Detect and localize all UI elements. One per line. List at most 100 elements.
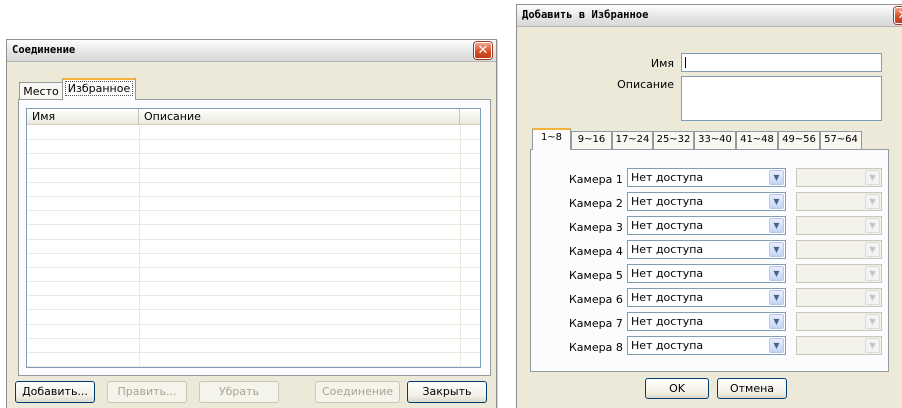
- chevron-down-icon[interactable]: ▼: [769, 242, 784, 257]
- list-item: [27, 353, 480, 367]
- camera-secondary-select[interactable]: ▼: [796, 336, 882, 355]
- list-item: [27, 339, 480, 353]
- list-item: [27, 240, 480, 254]
- list-item: [27, 140, 480, 155]
- description-label: Описание: [617, 78, 674, 91]
- camera-label: Камера 1: [569, 173, 623, 186]
- camera-access-select[interactable]: Нет доступа ▼: [627, 264, 786, 283]
- camera-secondary-select[interactable]: ▼: [796, 168, 882, 187]
- camera-access-select[interactable]: Нет доступа ▼: [627, 240, 786, 259]
- camera-label: Камера 5: [569, 269, 623, 282]
- tab-cameras-17-24[interactable]: 17~24: [612, 131, 653, 149]
- tab-cameras-9-16[interactable]: 9~16: [571, 131, 612, 149]
- camera-access-select[interactable]: Нет доступа ▼: [627, 312, 786, 331]
- tab-cameras-41-48[interactable]: 41~48: [736, 131, 778, 149]
- chevron-down-icon: ▼: [865, 194, 880, 209]
- add-favorite-dialog: Добавить в Избранное ✕ Имя Описание 1~8 …: [516, 4, 902, 408]
- list-item: [27, 254, 480, 268]
- tab-label: Избранное: [64, 81, 134, 96]
- list-item: [27, 169, 480, 183]
- camera-access-select[interactable]: Нет доступа ▼: [627, 288, 786, 307]
- cancel-button[interactable]: Отмена: [717, 378, 787, 399]
- camera-secondary-select[interactable]: ▼: [796, 288, 882, 307]
- chevron-down-icon: ▼: [865, 266, 880, 281]
- tab-cameras-1-8[interactable]: 1~8: [532, 128, 571, 150]
- selected-value: Нет доступа: [631, 315, 704, 328]
- list-item: [27, 225, 480, 240]
- camera-secondary-select[interactable]: ▼: [796, 264, 882, 283]
- column-header-name[interactable]: Имя: [27, 109, 139, 125]
- name-label: Имя: [650, 57, 674, 70]
- window-title: Соединение: [12, 44, 76, 56]
- chevron-down-icon[interactable]: ▼: [769, 266, 784, 281]
- selected-value: Нет доступа: [631, 267, 704, 280]
- camera-label: Камера 2: [569, 197, 623, 210]
- favorites-list[interactable]: Имя Описание: [26, 108, 481, 368]
- close-icon[interactable]: ✕: [894, 7, 902, 24]
- add-button[interactable]: Добавить...: [15, 381, 95, 403]
- title-bar[interactable]: Добавить в Избранное ✕: [517, 5, 902, 27]
- list-item: [27, 211, 480, 226]
- chevron-down-icon: ▼: [865, 290, 880, 305]
- camera-label: Камера 3: [569, 221, 623, 234]
- list-item: [27, 310, 480, 325]
- camera-label: Камера 7: [569, 317, 623, 330]
- camera-secondary-select[interactable]: ▼: [796, 192, 882, 211]
- camera-access-select[interactable]: Нет доступа ▼: [627, 336, 786, 355]
- text-caret: [685, 57, 686, 68]
- remove-button[interactable]: Убрать: [199, 381, 279, 403]
- selected-value: Нет доступа: [631, 171, 704, 184]
- tab-cameras-49-56[interactable]: 49~56: [778, 131, 820, 149]
- chevron-down-icon[interactable]: ▼: [769, 170, 784, 185]
- list-body: [27, 126, 480, 367]
- chevron-down-icon[interactable]: ▼: [769, 290, 784, 305]
- selected-value: Нет доступа: [631, 339, 704, 352]
- list-item: [27, 197, 480, 212]
- connection-window: Соединение ✕ Место Избранное Имя Описани…: [6, 39, 497, 408]
- selected-value: Нет доступа: [631, 219, 704, 232]
- list-header: Имя Описание: [27, 109, 480, 125]
- connect-button[interactable]: Соединение: [315, 381, 400, 403]
- camera-secondary-select[interactable]: ▼: [796, 240, 882, 259]
- list-item: [27, 268, 480, 283]
- chevron-down-icon: ▼: [865, 242, 880, 257]
- camera-panel: Камера 1 Нет доступа ▼ ▼ Камера 2 Нет до…: [530, 149, 889, 372]
- dialog-title: Добавить в Избранное: [522, 9, 649, 21]
- selected-value: Нет доступа: [631, 195, 704, 208]
- chevron-down-icon: ▼: [865, 218, 880, 233]
- camera-label: Камера 6: [569, 293, 623, 306]
- name-field[interactable]: [681, 53, 882, 72]
- description-field[interactable]: [681, 76, 882, 121]
- title-bar[interactable]: Соединение ✕: [7, 40, 496, 62]
- list-item: [27, 325, 480, 339]
- column-header-description[interactable]: Описание: [139, 109, 460, 125]
- camera-secondary-select[interactable]: ▼: [796, 312, 882, 331]
- camera-access-select[interactable]: Нет доступа ▼: [627, 168, 786, 187]
- tab-cameras-33-40[interactable]: 33~40: [694, 131, 736, 149]
- close-button[interactable]: Закрыть: [407, 381, 487, 403]
- chevron-down-icon[interactable]: ▼: [769, 194, 784, 209]
- chevron-down-icon: ▼: [865, 314, 880, 329]
- chevron-down-icon: ▼: [865, 170, 880, 185]
- chevron-down-icon[interactable]: ▼: [769, 314, 784, 329]
- camera-access-select[interactable]: Нет доступа ▼: [627, 192, 786, 211]
- list-item: [27, 296, 480, 311]
- selected-value: Нет доступа: [631, 243, 704, 256]
- camera-access-select[interactable]: Нет доступа ▼: [627, 216, 786, 235]
- close-icon[interactable]: ✕: [474, 42, 492, 59]
- chevron-down-icon: ▼: [865, 338, 880, 353]
- chevron-down-icon[interactable]: ▼: [769, 218, 784, 233]
- list-item: [27, 126, 480, 141]
- camera-secondary-select[interactable]: ▼: [796, 216, 882, 235]
- favorites-panel: Имя Описание: [18, 99, 491, 376]
- list-item: [27, 154, 480, 169]
- camera-label: Камера 8: [569, 341, 623, 354]
- list-item: [27, 282, 480, 297]
- tab-cameras-25-32[interactable]: 25~32: [653, 131, 694, 149]
- tab-cameras-57-64[interactable]: 57~64: [820, 131, 862, 149]
- camera-label: Камера 4: [569, 245, 623, 258]
- tab-favorites[interactable]: Избранное: [62, 78, 136, 100]
- ok-button[interactable]: OK: [645, 378, 709, 399]
- chevron-down-icon[interactable]: ▼: [769, 338, 784, 353]
- edit-button[interactable]: Править...: [107, 381, 187, 403]
